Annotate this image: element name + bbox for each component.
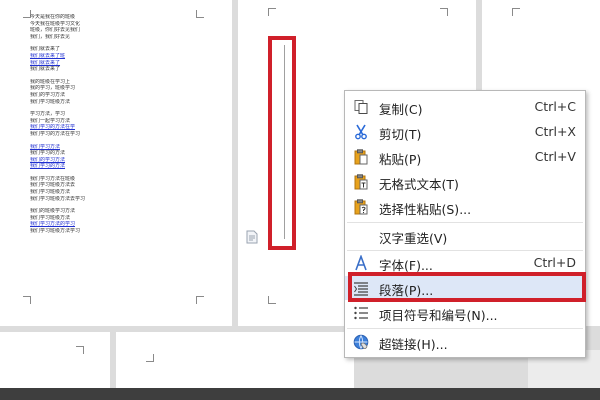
font-icon: [355, 255, 367, 271]
document-text-line: 我们学习方法在班级: [30, 175, 76, 182]
document-text-line: 我们学习方法的学习: [30, 221, 76, 228]
hyperlink-icon: [353, 334, 369, 350]
context-menu: 复制(C) Ctrl+C 剪切(T) Ctrl+X 粘贴(P) Ctrl+V 无…: [344, 90, 586, 358]
document-text-line: 我们学习的方法: [30, 163, 66, 170]
page-corner-mark: [196, 296, 204, 304]
bullet-list-icon: [354, 306, 368, 320]
scissors-icon: [355, 124, 367, 140]
document-text-line: 我们就去来了班: [30, 52, 66, 59]
menu-item-label: 复制(C): [379, 102, 423, 117]
document-text-line: 我们就去来了: [30, 59, 61, 66]
menu-item-reconversion[interactable]: 汉字重选(V): [345, 224, 585, 248]
menu-item-bullets-numbering[interactable]: 项目符号和编号(N)...: [345, 301, 585, 325]
page-corner-mark: [23, 296, 31, 304]
document-text-line: 我的班级在学习上: [30, 78, 71, 85]
page-corner-mark: [196, 10, 204, 18]
document-text-line: 我们学习班级方法: [30, 189, 71, 196]
document-text-line: 我们学习班级方法: [30, 214, 71, 221]
menu-item-label: 剪切(T): [379, 127, 422, 142]
document-text-line: 今天我在班级学习文化: [30, 20, 81, 27]
menu-item-paste-special[interactable]: 选择性粘贴(S)...: [345, 195, 585, 219]
menu-item-label: 汉字重选(V): [379, 231, 448, 246]
document-text-line: 我们学习班级方法学习: [30, 228, 81, 235]
page-corner-mark: [76, 346, 84, 354]
menu-separator: [347, 328, 583, 329]
document-text-line: 我们学习的方法在学: [30, 124, 76, 131]
document-text-line: 我们，我们好去见: [30, 33, 71, 40]
document-text-line: 班级，你们好去见我们: [30, 27, 81, 34]
document-icon: [246, 230, 258, 244]
menu-item-hyperlink[interactable]: 超链接(H)...: [345, 330, 585, 354]
page-corner-mark: [146, 354, 154, 362]
document-text-line: 今天是我在你的班级: [30, 14, 76, 20]
menu-item-label: 选择性粘贴(S)...: [379, 202, 472, 217]
menu-item-paste[interactable]: 粘贴(P) Ctrl+V: [345, 145, 585, 169]
menu-item-copy[interactable]: 复制(C) Ctrl+C: [345, 95, 585, 119]
document-page-bottom-left[interactable]: [0, 332, 110, 392]
selection-highlight-box: [268, 36, 296, 250]
document-page-left[interactable]: 今天是我在你的班级 今天我在班级学习文化 班级，你们好去见我们 我们，我们好去见 我们就…: [0, 0, 232, 326]
paste-special-icon: [354, 199, 368, 215]
document-body-text[interactable]: 今天是我在你的班级 今天我在班级学习文化 班级，你们好去见我们 我们，我们好去见 我们就…: [30, 14, 108, 235]
document-text-line: 我们的学习方法: [30, 91, 66, 98]
page-corner-mark: [268, 296, 276, 304]
paste-icon: [354, 149, 368, 165]
document-text-line: 我们学习班级方法: [30, 98, 71, 105]
document-text-line: 我们的学习方法: [30, 156, 66, 163]
page-corner-mark: [512, 8, 520, 16]
menu-item-label: 项目符号和编号(N)...: [379, 308, 498, 323]
document-text-line: 我们学习班级方法去学习: [30, 195, 86, 202]
page-corner-mark: [440, 8, 448, 16]
menu-separator: [347, 222, 583, 223]
copy-icon: [354, 100, 368, 114]
menu-item-shortcut: Ctrl+X: [534, 124, 576, 139]
taskbar: [0, 388, 600, 400]
menu-item-label: 无格式文本(T): [379, 177, 459, 192]
document-text-line: 我们学习班级方法去: [30, 182, 76, 189]
document-text-line: 学习方法，学习: [30, 111, 66, 118]
page-corner-mark: [268, 8, 276, 16]
document-text-line: 我们就去来了: [30, 66, 61, 73]
document-text-line: 我们的班级学习方法: [30, 208, 76, 215]
menu-item-highlight-box: [348, 272, 586, 302]
document-text-line: 我的学习，班级学习: [30, 85, 76, 92]
document-text-line: 我们学习方法: [30, 143, 61, 150]
document-text-line: 我们一起学习方法: [30, 117, 71, 124]
menu-item-label: 超链接(H)...: [379, 337, 448, 352]
menu-item-paste-plain[interactable]: 无格式文本(T): [345, 170, 585, 194]
document-page-bottom-middle[interactable]: [116, 332, 354, 392]
menu-item-label: 粘贴(P): [379, 152, 422, 167]
paste-plain-icon: [354, 174, 368, 190]
menu-item-shortcut: Ctrl+C: [534, 99, 576, 114]
document-text-line: 我们学习的方法在学习: [30, 130, 81, 137]
document-text-line: 我们就去来了: [30, 46, 61, 53]
document-text-line: 我们学习的方法: [30, 150, 66, 157]
menu-item-cut[interactable]: 剪切(T) Ctrl+X: [345, 120, 585, 144]
menu-item-shortcut: Ctrl+D: [533, 255, 576, 270]
menu-item-shortcut: Ctrl+V: [534, 149, 576, 164]
